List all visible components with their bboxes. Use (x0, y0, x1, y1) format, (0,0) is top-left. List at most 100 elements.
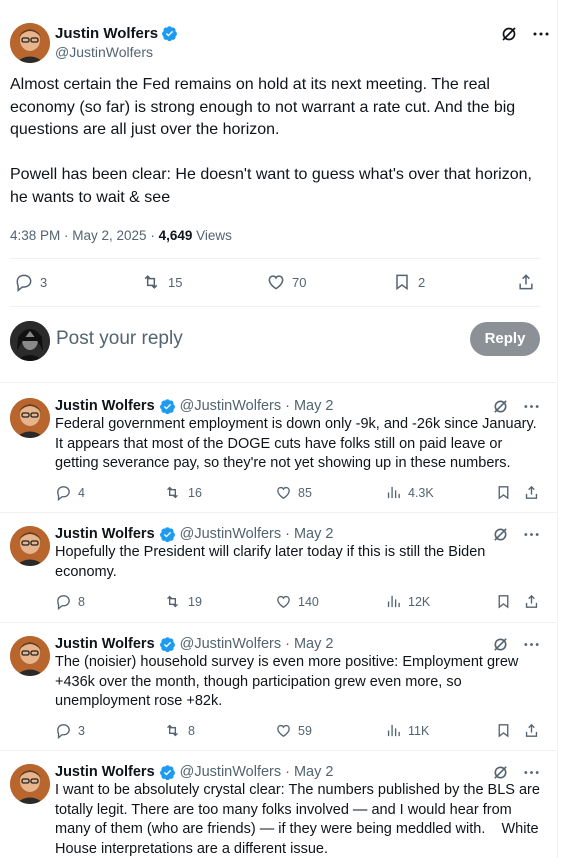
share-icon (523, 722, 540, 739)
repost-count: 15 (168, 274, 183, 290)
views-count: 11K (408, 723, 430, 738)
reply-action[interactable]: 4 (55, 484, 85, 501)
like-count: 70 (292, 274, 307, 290)
repost-count: 16 (188, 485, 202, 500)
thread-reply[interactable]: Justin Wolfers @JustinWolfers · May 2 I … (10, 762, 540, 858)
views-action[interactable]: 11K (385, 722, 429, 739)
like-action[interactable]: 85 (275, 484, 312, 501)
repost-action[interactable]: 15 (140, 272, 182, 292)
author-name[interactable]: Justin Wolfers (55, 526, 155, 542)
more-icon[interactable] (532, 25, 550, 43)
tweet-actions: 3 15 70 2 (14, 272, 538, 296)
reply-header: Justin Wolfers @JustinWolfers · May 2 (55, 524, 333, 544)
reply-date[interactable]: · May 2 (285, 398, 333, 414)
thread-reply[interactable]: Justin Wolfers @JustinWolfers · May 2 Ho… (10, 524, 540, 614)
views-count: 4.3K (408, 485, 434, 500)
avatar[interactable] (10, 23, 50, 63)
reply-action[interactable]: 3 (55, 722, 85, 739)
author-handle[interactable]: @JustinWolfers (180, 398, 281, 414)
author-name[interactable]: Justin Wolfers (55, 636, 155, 652)
repost-action[interactable]: 16 (163, 484, 202, 501)
share-action[interactable] (523, 484, 540, 501)
reply-date[interactable]: · May 2 (285, 526, 333, 542)
reply-text: Federal government employment is down on… (55, 416, 537, 471)
bookmark-action[interactable] (495, 593, 512, 610)
tweet-timestamp[interactable]: 4:38 PM · May 2, 2025 · (10, 228, 159, 243)
like-count: 140 (298, 594, 319, 609)
share-action[interactable] (523, 722, 540, 739)
author-handle[interactable]: @JustinWolfers (180, 636, 281, 652)
grok-icon[interactable] (500, 25, 518, 43)
bookmark-action[interactable] (495, 484, 512, 501)
thread-page: Justin Wolfers @JustinWolfers Almost cer… (0, 0, 558, 858)
share-icon (523, 593, 540, 610)
reply-action[interactable]: 3 (14, 272, 47, 292)
bookmark-action[interactable] (495, 722, 512, 739)
user-avatar[interactable] (10, 321, 50, 361)
share-action[interactable] (523, 593, 540, 610)
repost-icon (163, 722, 182, 739)
author-name[interactable]: Justin Wolfers (55, 25, 178, 42)
thread-reply[interactable]: Justin Wolfers @JustinWolfers · May 2 Th… (10, 634, 540, 746)
views-label: Views (192, 228, 232, 243)
author-name[interactable]: Justin Wolfers (55, 764, 155, 780)
views-count: 12K (408, 594, 431, 609)
divider (0, 750, 558, 751)
repost-action[interactable]: 8 (163, 722, 195, 739)
views-icon (385, 484, 402, 501)
reply-count: 3 (40, 274, 48, 290)
share-icon (523, 484, 540, 501)
share-icon (516, 272, 536, 292)
author-handle[interactable]: @JustinWolfers (55, 44, 153, 60)
reply-text: Hopefully the President will clarify lat… (55, 544, 486, 580)
reply-icon (55, 722, 72, 739)
reply-text: I want to be absolutely crystal clear: T… (55, 782, 540, 857)
verified-icon (159, 764, 176, 781)
reply-actions: 4 16 85 4.3K (55, 484, 540, 504)
reply-input[interactable]: Post your reply (56, 328, 183, 350)
reply-button[interactable]: Reply (470, 322, 540, 356)
reply-count: 8 (78, 594, 85, 609)
divider (0, 512, 558, 513)
views-action[interactable]: 4.3K (385, 484, 434, 501)
author-handle[interactable]: @JustinWolfers (180, 526, 281, 542)
author-name[interactable]: Justin Wolfers (55, 398, 155, 414)
author-name-text: Justin Wolfers (55, 25, 159, 42)
like-icon (266, 272, 286, 292)
reply-header: Justin Wolfers @JustinWolfers · May 2 (55, 396, 333, 416)
avatar[interactable] (10, 398, 50, 438)
reply-text: The (noisier) household survey is even m… (55, 654, 519, 709)
thread-reply[interactable]: Justin Wolfers @JustinWolfers · May 2 Fe… (10, 396, 540, 514)
avatar[interactable] (10, 526, 50, 566)
like-count: 85 (298, 485, 312, 500)
tweet-header-actions (500, 25, 550, 43)
repost-icon (163, 484, 182, 501)
bookmark-action[interactable]: 2 (392, 272, 425, 292)
bookmark-icon (495, 593, 512, 610)
like-action[interactable]: 59 (275, 722, 312, 739)
views-action[interactable]: 12K (385, 593, 430, 610)
verified-icon (159, 398, 176, 415)
like-action[interactable]: 70 (266, 272, 306, 292)
divider (0, 622, 558, 623)
like-icon (275, 484, 292, 501)
share-action[interactable] (516, 272, 536, 292)
reply-icon (14, 272, 34, 292)
like-action[interactable]: 140 (275, 593, 319, 610)
divider (0, 382, 558, 383)
repost-action[interactable]: 19 (163, 593, 202, 610)
reply-header: Justin Wolfers @JustinWolfers · May 2 (55, 762, 333, 782)
repost-icon (163, 593, 182, 610)
reply-date[interactable]: · May 2 (285, 764, 333, 780)
verified-icon (159, 526, 176, 543)
views-icon (385, 593, 402, 610)
bookmark-count: 2 (418, 274, 426, 290)
reply-actions: 3 8 59 11K (55, 722, 540, 742)
repost-count: 19 (188, 594, 202, 609)
reply-action[interactable]: 8 (55, 593, 85, 610)
avatar[interactable] (10, 764, 50, 804)
repost-count: 8 (188, 723, 195, 738)
reply-date[interactable]: · May 2 (285, 636, 333, 652)
author-handle[interactable]: @JustinWolfers (180, 764, 281, 780)
avatar[interactable] (10, 636, 50, 676)
